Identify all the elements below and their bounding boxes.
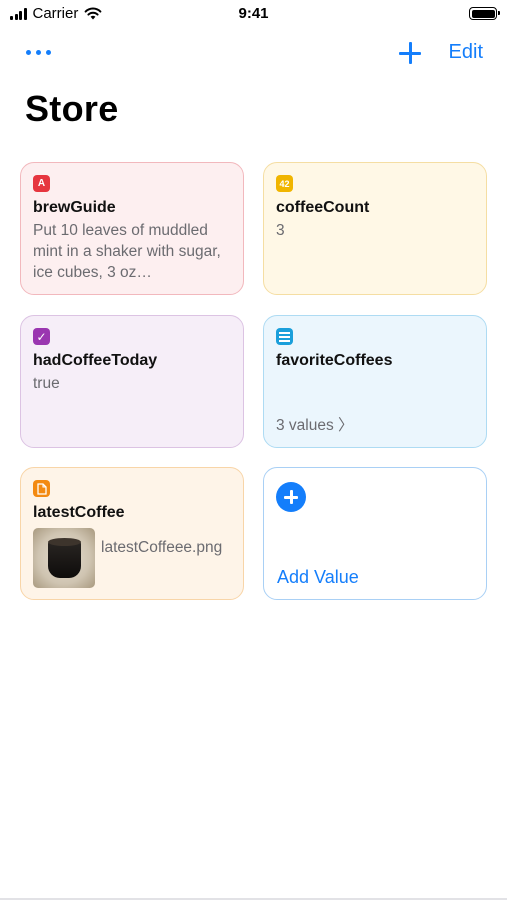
card-key: latestCoffee (33, 504, 125, 521)
card-key: brewGuide (33, 199, 116, 216)
card-key: hadCoffeeToday (33, 352, 158, 369)
card-key: favoriteCoffees (276, 352, 393, 369)
edit-button[interactable]: Edit (449, 41, 483, 64)
coffee-thumbnail (33, 528, 95, 588)
document-type-icon (33, 480, 50, 497)
value-card-latest-coffee[interactable]: latestCoffee latestCoffeee.png (20, 467, 244, 600)
add-value-label[interactable]: Add Value (277, 567, 359, 588)
card-value: true (33, 375, 60, 392)
file-name: latestCoffeee.png (101, 539, 223, 556)
more-options-button[interactable] (26, 50, 51, 55)
value-card-coffee-count[interactable]: 42 coffeeCount 3 (263, 162, 487, 295)
status-bar: Carrier 9:41 (0, 0, 507, 28)
add-circle-icon[interactable] (276, 482, 306, 512)
boolean-type-icon: ✓ (33, 328, 50, 345)
value-card-favorite-coffees[interactable]: favoriteCoffees 3 values 〉 (263, 315, 487, 448)
page-title: Store (25, 88, 119, 129)
number-type-icon: 42 (276, 175, 293, 192)
card-key: coffeeCount (276, 199, 370, 216)
navigation-bar: Edit (0, 36, 507, 70)
values-link[interactable]: 3 values 〉 (276, 413, 354, 435)
card-value: 3 (276, 222, 285, 239)
status-time: 9:41 (238, 5, 269, 22)
add-value-card[interactable]: Add Value (263, 467, 487, 600)
file-preview: latestCoffeee.png (33, 528, 231, 588)
battery-icon (469, 7, 500, 20)
text-type-icon: A (33, 175, 50, 192)
list-type-icon (276, 328, 293, 345)
value-card-had-coffee-today[interactable]: ✓ hadCoffeeToday true (20, 315, 244, 448)
value-card-brew-guide[interactable]: A brewGuide Put 10 leaves of muddled min… (20, 162, 244, 295)
add-icon[interactable] (398, 41, 422, 65)
card-value: Put 10 leaves of muddled mint in a shake… (33, 222, 221, 281)
